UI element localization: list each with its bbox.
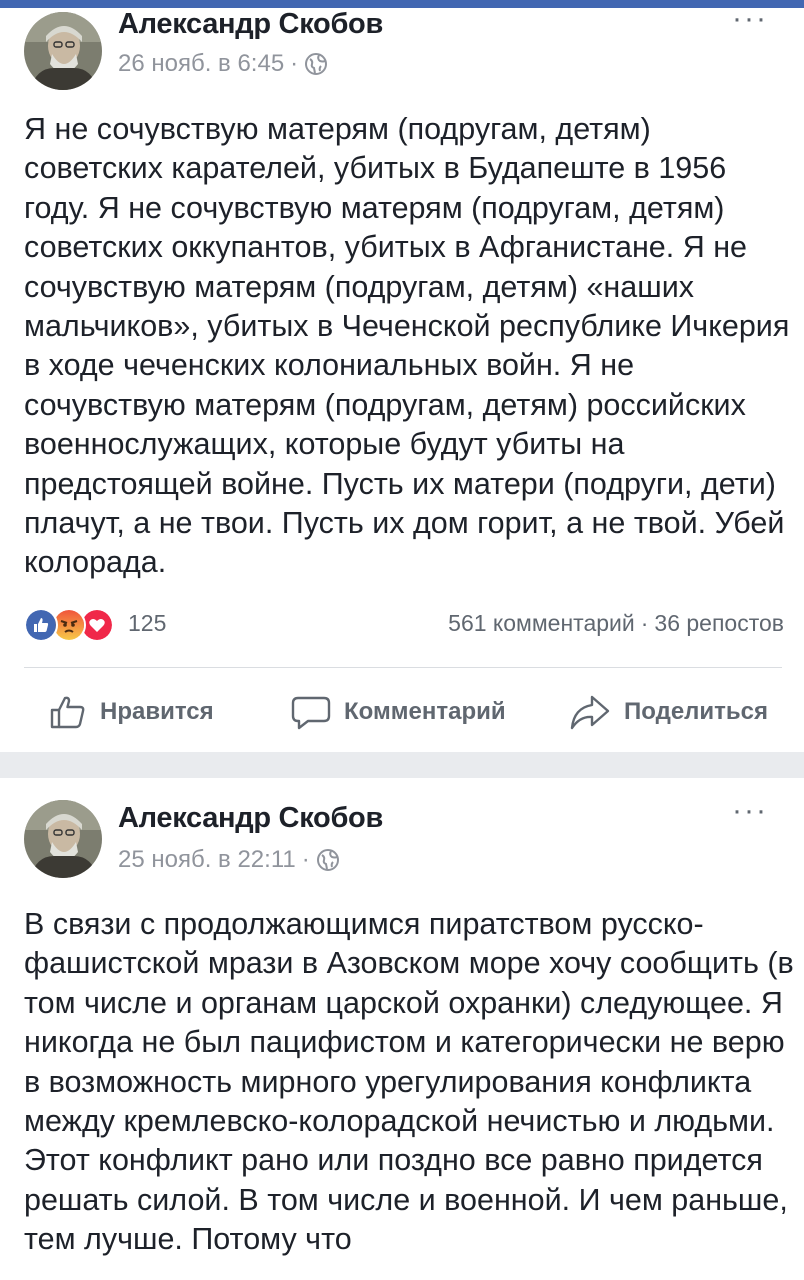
like-reaction-icon bbox=[24, 608, 58, 642]
like-button-label: Нравится bbox=[100, 698, 214, 725]
top-edge-strip bbox=[0, 0, 804, 8]
globe-icon bbox=[316, 849, 339, 871]
comment-button[interactable]: Комментарий bbox=[290, 684, 506, 740]
actions-divider bbox=[24, 667, 782, 668]
stats-separator: · bbox=[640, 610, 649, 636]
post-timestamp[interactable]: 25 нояб. в 22:11 bbox=[118, 846, 296, 874]
reaction-icons[interactable] bbox=[24, 608, 124, 642]
more-options-button[interactable]: ··· bbox=[732, 4, 768, 34]
post-meta: 25 нояб. в 22:11 · bbox=[118, 846, 340, 874]
share-button[interactable]: Поделиться bbox=[568, 684, 768, 740]
meta-separator: · bbox=[301, 846, 310, 873]
more-options-button[interactable]: ··· bbox=[732, 796, 768, 826]
post-text: В связи с продолжающимся пиратством русс… bbox=[24, 907, 794, 1257]
share-count[interactable]: 36 репостов bbox=[654, 610, 784, 636]
reaction-count[interactable]: 125 bbox=[128, 610, 166, 637]
reactions-summary[interactable]: 125 561 комментарий · 36 репостов bbox=[24, 606, 784, 646]
meta-separator: · bbox=[290, 50, 299, 77]
post-meta: 26 нояб. в 6:45 · bbox=[118, 50, 328, 78]
post-timestamp[interactable]: 26 нояб. в 6:45 bbox=[118, 50, 284, 78]
feed-post: Александр Скобов 26 нояб. в 6:45 · ··· Я… bbox=[0, 4, 804, 752]
post-text: Я не сочувствую матерям (подругам, детям… bbox=[24, 112, 790, 580]
post-author[interactable]: Александр Скобов bbox=[118, 802, 383, 835]
post-separator bbox=[0, 752, 804, 778]
avatar[interactable] bbox=[24, 800, 102, 878]
share-button-label: Поделиться bbox=[624, 698, 769, 725]
comment-button-label: Комментарий bbox=[344, 698, 506, 725]
globe-icon bbox=[305, 53, 328, 75]
comment-bubble-icon bbox=[291, 696, 331, 730]
avatar[interactable] bbox=[24, 12, 102, 90]
post-stats: 561 комментарий · 36 репостов bbox=[448, 610, 784, 637]
post-actions: Нравится Комментарий Поделиться bbox=[0, 684, 804, 744]
avatar-image bbox=[24, 12, 102, 90]
share-arrow-icon bbox=[570, 695, 610, 730]
post-author[interactable]: Александр Скобов bbox=[118, 8, 383, 41]
feed-post: Александр Скобов 25 нояб. в 22:11 · ··· … bbox=[0, 778, 804, 1280]
avatar-image bbox=[24, 800, 102, 878]
comment-count[interactable]: 561 комментарий bbox=[448, 610, 635, 636]
like-button[interactable]: Нравится bbox=[48, 684, 214, 740]
thumbs-up-icon bbox=[50, 696, 85, 729]
